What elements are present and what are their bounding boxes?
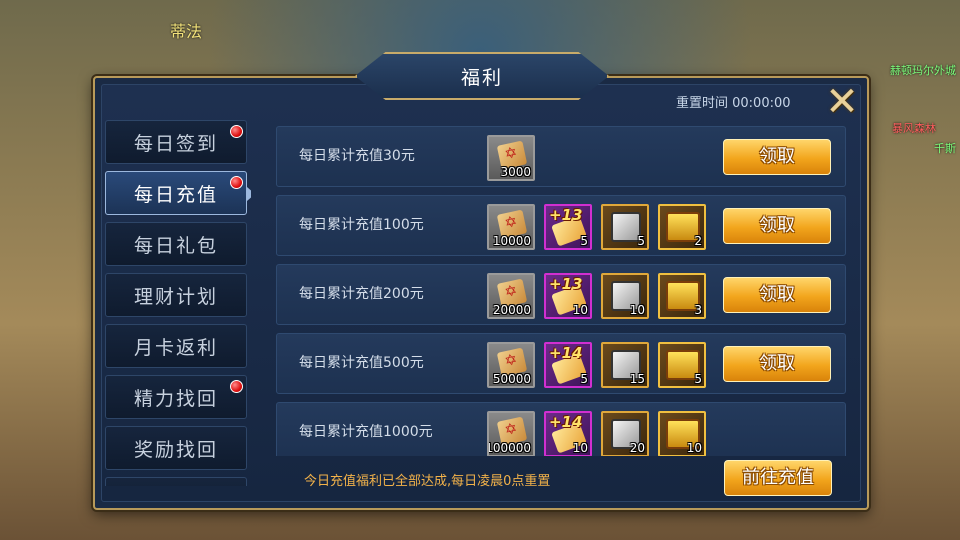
item-qty: 5 — [580, 372, 588, 386]
enhance-scroll-icon[interactable]: +14 5 — [544, 342, 592, 388]
reward-row-500: 每日累计充值500元 50000 +14 5 15 5 领取 — [276, 333, 846, 394]
claim-button[interactable]: 领取 — [723, 346, 831, 382]
red-dot-badge — [230, 380, 243, 393]
title-plate: 福利 — [355, 52, 609, 100]
item-qty: 10 — [629, 303, 645, 317]
gold-scroll-icon[interactable]: 10000 — [487, 204, 535, 250]
row-label: 每日累计充值30元 — [299, 148, 415, 164]
npc-name-label: 蒂法 — [170, 22, 203, 41]
gold-scroll-icon[interactable]: 20000 — [487, 273, 535, 319]
reward-items: 3000 — [487, 135, 535, 181]
tab-daily-gift[interactable]: 每日礼包 — [105, 222, 247, 266]
tab-label: 月卡返利 — [133, 336, 218, 359]
treasure-chest-icon[interactable]: 3 — [658, 273, 706, 319]
tab-monthly-card[interactable]: 月卡返利 — [105, 324, 247, 368]
item-qty: 10000 — [492, 234, 531, 248]
item-qty: 15 — [629, 372, 645, 386]
claim-button[interactable]: 领取 — [723, 277, 831, 313]
item-qty: 5 — [637, 234, 645, 248]
item-qty: 20000 — [492, 303, 531, 317]
reward-row-1000: 每日累计充值1000元 100000 +14 10 20 10 — [276, 402, 846, 456]
reset-time-label: 重置时间 00:00:00 — [676, 96, 791, 111]
tab-label: 精力找回 — [133, 387, 218, 410]
reward-items: 10000 +13 5 5 2 — [487, 204, 706, 250]
tab-label: 理财计划 — [133, 285, 218, 308]
reward-items: 100000 +14 10 20 10 — [487, 411, 706, 456]
enhance-tag: +13 — [549, 275, 583, 293]
tab-label: 每日礼包 — [133, 234, 218, 257]
go-recharge-button[interactable]: 前往充值 — [724, 460, 832, 496]
claim-button[interactable]: 领取 — [723, 208, 831, 244]
enhance-scroll-icon[interactable]: +14 10 — [544, 411, 592, 456]
dice-box-icon[interactable]: 5 — [601, 204, 649, 250]
enhance-tag: +13 — [549, 206, 583, 224]
reward-list: 每日累计充值30元 3000 领取 每日累计充值100元 10000 +13 5… — [276, 126, 846, 456]
red-dot-badge — [230, 125, 243, 138]
treasure-chest-icon[interactable]: 2 — [658, 204, 706, 250]
reward-row-200: 每日累计充值200元 20000 +13 10 10 3 领取 — [276, 264, 846, 325]
tab-label: 每日签到 — [133, 132, 218, 155]
item-qty: 10 — [572, 303, 588, 317]
gold-scroll-icon[interactable]: 100000 — [487, 411, 535, 456]
area-label-2: 暴风森林 — [892, 122, 936, 135]
item-qty: 5 — [694, 372, 702, 386]
dice-box-icon[interactable]: 15 — [601, 342, 649, 388]
item-qty: 3 — [694, 303, 702, 317]
enhance-scroll-icon[interactable]: +13 10 — [544, 273, 592, 319]
item-qty: 10 — [572, 441, 588, 455]
item-qty: 50000 — [492, 372, 531, 386]
tab-reward-recovery[interactable]: 奖励找回 — [105, 426, 247, 470]
reward-items: 50000 +14 5 15 5 — [487, 342, 706, 388]
item-qty: 3000 — [500, 165, 531, 179]
item-qty: 20 — [629, 441, 645, 455]
close-icon[interactable]: ✕ — [820, 79, 864, 125]
dice-box-icon[interactable]: 10 — [601, 273, 649, 319]
gold-scroll-icon[interactable]: 50000 — [487, 342, 535, 388]
tab-energy-recovery[interactable]: 精力找回 — [105, 375, 247, 419]
area-label-3: 千斯 — [934, 142, 956, 155]
panel-title: 福利 — [460, 66, 503, 89]
enhance-tag: +14 — [549, 344, 583, 362]
item-qty: 5 — [580, 234, 588, 248]
tab-finance-plan[interactable]: 理财计划 — [105, 273, 247, 317]
enhance-tag: +14 — [549, 413, 583, 431]
row-label: 每日累计充值1000元 — [299, 424, 433, 440]
tab-label: 奖励找回 — [133, 438, 218, 461]
item-qty: 100000 — [487, 441, 531, 455]
footer-note: 今日充值福利已全部达成,每日凌晨0点重置 — [304, 474, 551, 489]
reward-row-30: 每日累计充值30元 3000 领取 — [276, 126, 846, 187]
dice-box-icon[interactable]: 20 — [601, 411, 649, 456]
claim-button[interactable]: 领取 — [723, 139, 831, 175]
treasure-chest-icon[interactable]: 5 — [658, 342, 706, 388]
tab-partial[interactable] — [105, 477, 247, 486]
item-qty: 10 — [686, 441, 702, 455]
treasure-chest-icon[interactable]: 10 — [658, 411, 706, 456]
enhance-scroll-icon[interactable]: +13 5 — [544, 204, 592, 250]
row-label: 每日累计充值200元 — [299, 286, 424, 302]
gold-scroll-icon[interactable]: 3000 — [487, 135, 535, 181]
item-qty: 2 — [694, 234, 702, 248]
tab-daily-recharge[interactable]: 每日充值 — [105, 171, 251, 215]
row-label: 每日累计充值100元 — [299, 217, 424, 233]
sidebar: 每日签到 每日充值 每日礼包 理财计划 月卡返利 精力找回 奖励找回 — [105, 120, 251, 486]
tab-daily-checkin[interactable]: 每日签到 — [105, 120, 247, 164]
area-label: 赫顿玛尔外城 — [890, 64, 956, 77]
reward-items: 20000 +13 10 10 3 — [487, 273, 706, 319]
red-dot-badge — [230, 176, 243, 189]
tab-label: 每日充值 — [133, 183, 218, 206]
reward-row-100: 每日累计充值100元 10000 +13 5 5 2 领取 — [276, 195, 846, 256]
row-label: 每日累计充值500元 — [299, 355, 424, 371]
